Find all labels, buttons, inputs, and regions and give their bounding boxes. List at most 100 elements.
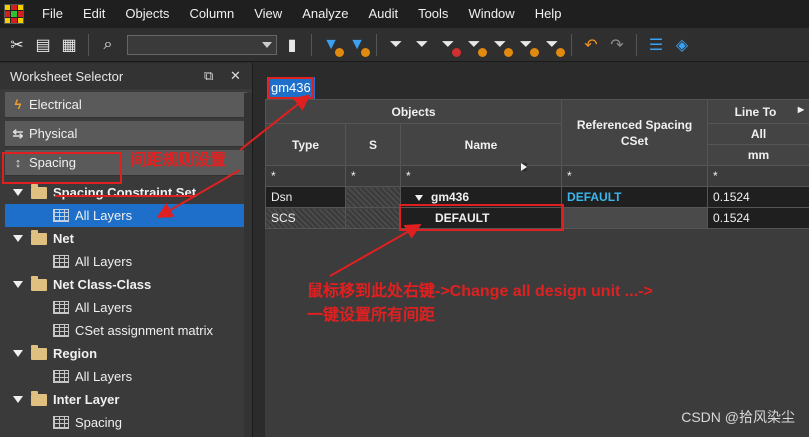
- folder-icon: [31, 390, 47, 406]
- filter-name[interactable]: *: [399, 165, 563, 187]
- filter-cset[interactable]: *: [561, 165, 709, 187]
- tree-leaf-label: Spacing: [75, 415, 122, 430]
- cell-line-to[interactable]: 0.1524: [707, 207, 809, 229]
- tree-node-net[interactable]: Net: [5, 227, 245, 250]
- tree-leaf-all-layers[interactable]: All Layers: [5, 204, 245, 227]
- tree-node-inter-layer[interactable]: Inter Layer: [5, 388, 245, 411]
- worksheet-icon: [53, 416, 69, 429]
- cell-line-to[interactable]: 0.1524: [707, 186, 809, 208]
- tree-leaf-label: All Layers: [75, 369, 133, 384]
- bookmark-icon[interactable]: ▮: [281, 34, 303, 56]
- filter-s[interactable]: *: [345, 165, 401, 187]
- header-line-to[interactable]: Line To ▶: [707, 99, 809, 124]
- collapse-icon[interactable]: [13, 281, 23, 288]
- tree-node-label: Region: [53, 346, 98, 361]
- filter-next-icon[interactable]: ⏷: [463, 34, 487, 57]
- lightning-icon: ϟ: [14, 97, 22, 112]
- tree-leaf-cset-assignment-matrix[interactable]: CSet assignment matrix: [5, 319, 245, 342]
- tree-leaf-label: All Layers: [75, 300, 133, 315]
- undo-icon[interactable]: ↶: [580, 34, 602, 56]
- paste-icon[interactable]: ▦: [58, 34, 80, 56]
- worksheet-icon: [53, 301, 69, 314]
- spacing-worksheet: Objects Referenced Spacing CSet Line To …: [264, 99, 809, 437]
- collapse-icon[interactable]: [13, 235, 23, 242]
- menu-view[interactable]: View: [244, 0, 292, 28]
- cell-cset[interactable]: [561, 207, 709, 229]
- tree-leaf-spacing[interactable]: Spacing: [5, 411, 245, 434]
- filter-settings-icon[interactable]: ⏷: [489, 34, 513, 57]
- redo-icon[interactable]: ↷: [606, 34, 628, 56]
- menu-column[interactable]: Column: [179, 0, 244, 28]
- category-label: Physical: [29, 126, 78, 141]
- cell-name-text: gm436: [431, 190, 470, 204]
- app-logo-icon: [4, 4, 24, 24]
- header-name: Name: [399, 123, 563, 166]
- menu-file[interactable]: File: [32, 0, 73, 28]
- copy-icon[interactable]: ▤: [32, 34, 54, 56]
- float-panel-icon[interactable]: ⧉: [204, 68, 213, 84]
- collapse-icon[interactable]: [13, 189, 23, 196]
- tree-node-net-class-class[interactable]: Net Class-Class: [5, 273, 245, 296]
- annotation-underline: [55, 183, 195, 197]
- annotation-rightclick-line2: 一键设置所有间距: [307, 307, 436, 324]
- cell-type: Dsn: [265, 186, 346, 208]
- worksheet-icon: [53, 324, 69, 337]
- tree-leaf-all-layers[interactable]: All Layers: [5, 250, 245, 273]
- cell-cset[interactable]: DEFAULT: [561, 186, 709, 208]
- expand-column-icon[interactable]: ▶: [798, 105, 804, 114]
- menu-help[interactable]: Help: [525, 0, 572, 28]
- panel-title: Worksheet Selector: [10, 68, 124, 84]
- worksheet-list-icon[interactable]: ☰: [645, 34, 667, 56]
- menu-edit[interactable]: Edit: [73, 0, 115, 28]
- menubar: File Edit Objects Column View Analyze Au…: [0, 0, 809, 28]
- cell-s: [345, 186, 401, 208]
- header-all: All: [707, 123, 809, 145]
- cut-icon[interactable]: ✂: [6, 34, 28, 56]
- find-icon[interactable]: ⌕: [97, 34, 119, 56]
- worksheet-area: gm436 Objects Referenced Spacing CSet Li…: [255, 63, 809, 437]
- menu-analyze[interactable]: Analyze: [292, 0, 358, 28]
- tag-icon[interactable]: ◈: [671, 34, 693, 56]
- filter-warning-icon[interactable]: ⏷: [437, 34, 461, 57]
- header-label: Line To: [734, 104, 777, 119]
- collapse-icon[interactable]: [13, 396, 23, 403]
- category-physical[interactable]: ⇆ Physical: [5, 121, 247, 147]
- filter-type[interactable]: *: [265, 165, 346, 187]
- physical-icon: ⇆: [12, 125, 24, 141]
- toolbar-separator: [88, 33, 89, 56]
- menu-objects[interactable]: Objects: [115, 0, 179, 28]
- filter-list-icon[interactable]: ⏷: [515, 34, 539, 57]
- vertical-scrollbar[interactable]: [244, 93, 252, 437]
- tree-node-label: Inter Layer: [53, 392, 120, 407]
- menu-window[interactable]: Window: [458, 0, 524, 28]
- collapse-icon[interactable]: [415, 195, 423, 201]
- menu-tools[interactable]: Tools: [408, 0, 458, 28]
- constraint-manager-window: File Edit Objects Column View Analyze Au…: [0, 0, 809, 437]
- worksheet-icon: [53, 209, 69, 222]
- tree-leaf-all-layers[interactable]: All Layers: [5, 296, 245, 319]
- filter-columns-icon[interactable]: ⏷: [541, 34, 565, 57]
- watermark: CSDN @拾风染尘: [681, 409, 795, 425]
- menu-audit[interactable]: Audit: [358, 0, 408, 28]
- worksheet-icon: [53, 255, 69, 268]
- header-referenced-spacing-cset: Referenced Spacing CSet: [561, 99, 709, 166]
- cell-type: SCS: [265, 207, 346, 229]
- filter-icon[interactable]: ⏷: [385, 34, 407, 56]
- category-electrical[interactable]: ϟ Electrical: [5, 92, 247, 118]
- collapse-icon[interactable]: [13, 350, 23, 357]
- header-unit: mm: [707, 144, 809, 166]
- tree-node-region[interactable]: Region: [5, 342, 245, 365]
- bookmark-next-icon[interactable]: ▼: [320, 34, 344, 57]
- filter-save-icon[interactable]: ⏷: [411, 34, 433, 56]
- worksheet-selector-panel: Worksheet Selector ⧉ ✕ ϟ Electrical ⇆ Ph…: [0, 63, 253, 437]
- object-search-combo[interactable]: [127, 34, 277, 55]
- close-icon[interactable]: ✕: [230, 68, 241, 84]
- chevron-down-icon: [262, 41, 272, 48]
- bookmark-prev-icon[interactable]: ▼: [346, 34, 370, 57]
- filter-line-to[interactable]: *: [707, 165, 809, 187]
- folder-icon: [31, 229, 47, 245]
- tree-leaf-all-layers[interactable]: All Layers: [5, 365, 245, 388]
- annotation-spacing-note: 间距规则设置: [130, 152, 227, 169]
- annotation-box-tab: [268, 77, 314, 99]
- tree-leaf-label: CSet assignment matrix: [75, 323, 213, 338]
